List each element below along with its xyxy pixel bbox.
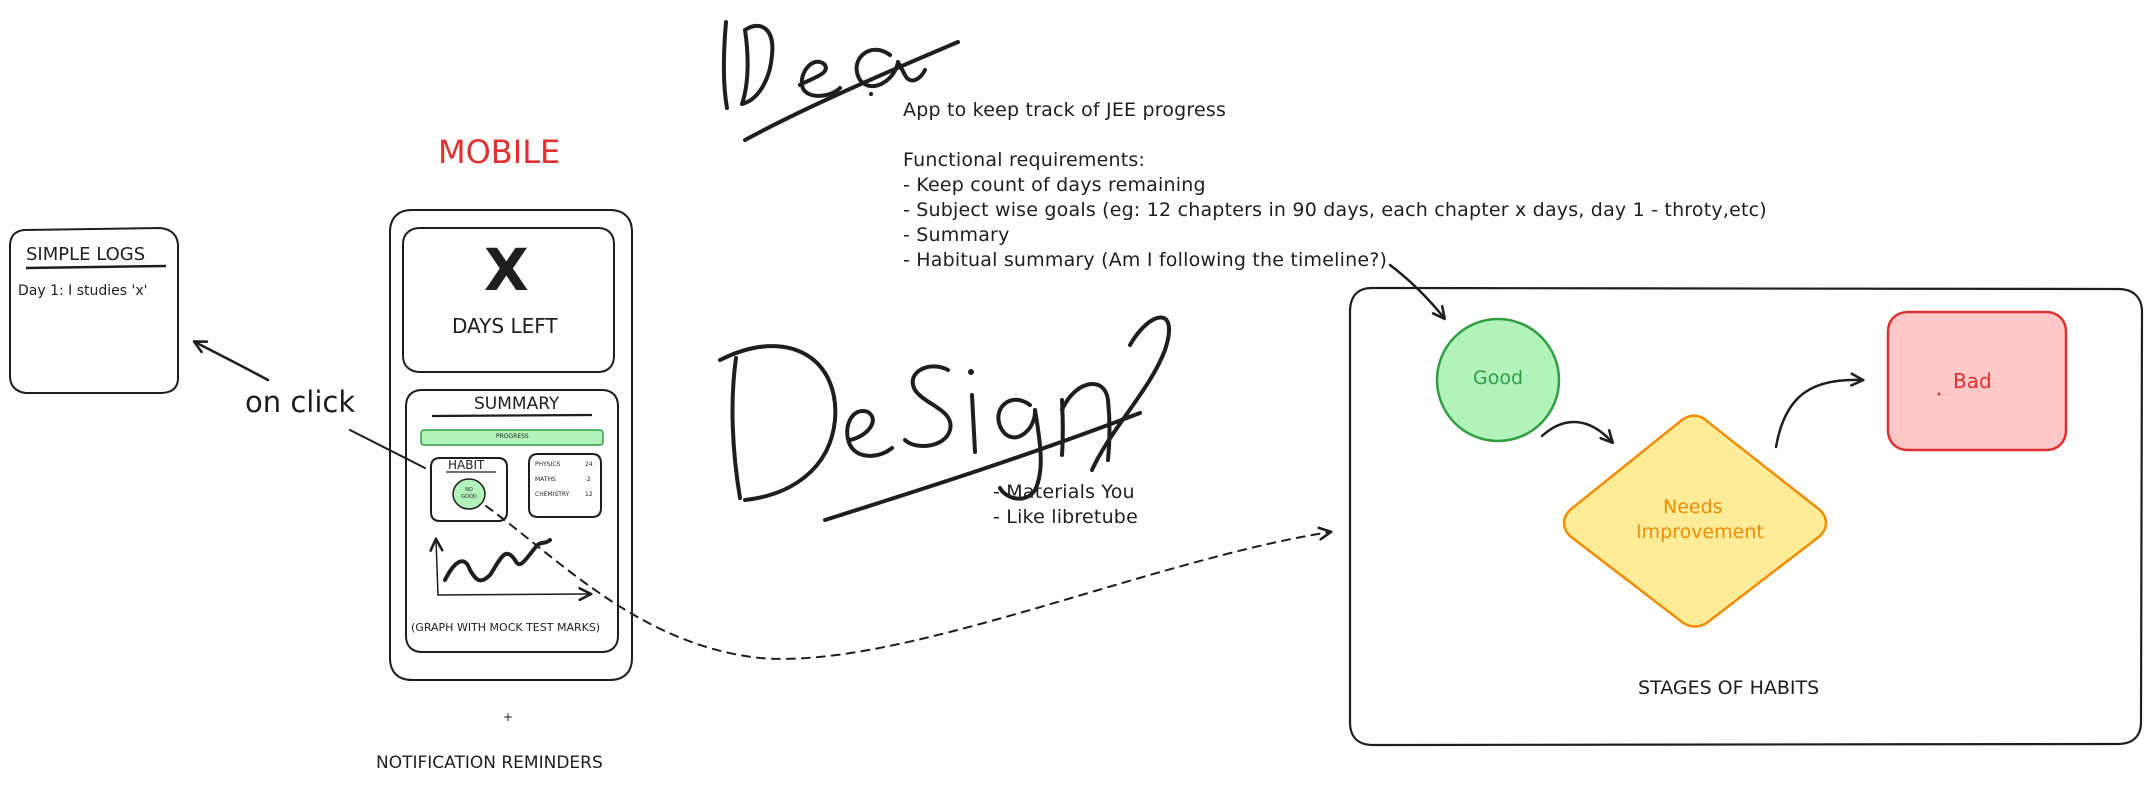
graph-caption: (GRAPH WITH MOCK TEST MARKS)	[411, 621, 601, 634]
bad-dot	[1937, 392, 1941, 396]
good-to-needs-arrow	[1540, 420, 1612, 442]
notification-label: NOTIFICATION REMINDERS	[376, 753, 603, 773]
stage-needs-label-line2: Improvement	[1636, 521, 1764, 543]
subject-count: 24	[585, 461, 593, 468]
progress-label: PROGRESS	[496, 433, 529, 440]
stage-needs-label-line1: Needs	[1663, 496, 1723, 518]
habit-label: HABIT	[448, 458, 485, 472]
requirements-title: Functional requirements:	[903, 149, 1146, 171]
habit-to-stages-arrow	[485, 505, 1330, 660]
subject-name: CHEMISTRY	[535, 491, 570, 498]
stages-caption: STAGES OF HABITS	[1638, 677, 1820, 699]
habit-badge-text: NO GOOD	[461, 487, 477, 500]
simple-logs-entry: Day 1: I studies 'x'	[18, 283, 148, 299]
notification-mark: +	[503, 710, 514, 724]
summary-underline	[431, 413, 593, 418]
subject-name: PHYSICS	[535, 461, 561, 468]
stage-bad-label: Bad	[1953, 369, 1992, 393]
stage-good-label: Good	[1473, 367, 1524, 389]
requirement-item: - Summary	[903, 224, 1010, 246]
simple-logs-title: SIMPLE LOGS	[26, 244, 146, 265]
days-left-label: DAYS LEFT	[452, 314, 558, 338]
needs-to-bad-arrow	[1774, 380, 1862, 449]
subject-name: MATHS	[535, 476, 556, 483]
graph-axes	[436, 540, 590, 595]
summary-title: SUMMARY	[474, 394, 560, 414]
simple-logs-underline	[25, 264, 167, 270]
days-left-value: X	[484, 236, 529, 304]
mobile-title: MOBILE	[438, 133, 561, 171]
idea-intro: App to keep track of JEE progress	[903, 99, 1227, 121]
on-click-connector	[349, 429, 426, 469]
subject-count: 2	[587, 476, 591, 483]
on-click-arrow	[195, 342, 270, 382]
on-click-label: on click	[245, 385, 356, 419]
requirement-item: - Subject wise goals (eg: 12 chapters in…	[903, 199, 1767, 221]
graph-line	[443, 538, 552, 583]
design-note: - Materials You	[993, 481, 1135, 503]
subject-count: 12	[585, 491, 593, 498]
requirement-to-good-arrow	[1388, 263, 1444, 318]
requirement-item: - Habitual summary (Am I following the t…	[903, 249, 1388, 271]
requirement-item: - Keep count of days remaining	[903, 174, 1206, 196]
design-note: - Like libretube	[993, 506, 1138, 528]
